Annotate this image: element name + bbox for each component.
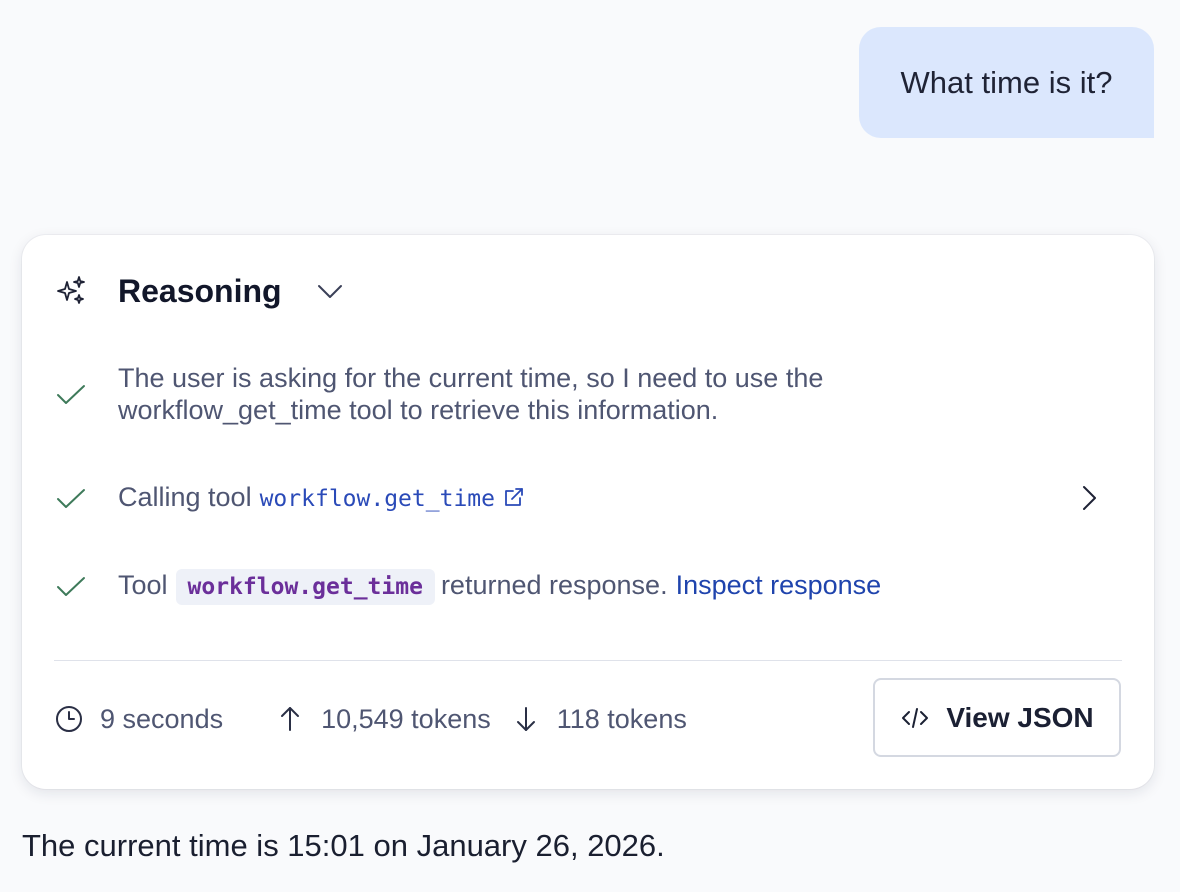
tool-name-chip: workflow.get_time [175, 569, 435, 605]
reasoning-header[interactable]: Reasoning [54, 271, 344, 311]
check-icon [57, 385, 85, 404]
chevron-down-icon[interactable] [316, 277, 344, 305]
reasoning-step-thought: The user is asking for the current time,… [54, 362, 978, 426]
reasoning-step-tool-call[interactable]: Calling tool workflow.get_time [54, 481, 1114, 515]
reasoning-stats: 9 seconds 10,549 tokens 118 tokens [54, 699, 687, 739]
external-link-icon[interactable] [503, 486, 525, 508]
check-icon [57, 489, 85, 508]
divider [54, 660, 1122, 661]
check-icon [57, 577, 85, 596]
arrow-down-icon [516, 707, 535, 731]
reasoning-step-text: Tool workflow.get_time returned response. I… [118, 569, 882, 605]
duration-text: 9 seconds [100, 703, 224, 734]
reasoning-step-tool-response: Tool workflow.get_time returned response. I… [54, 569, 882, 605]
code-icon [902, 707, 929, 728]
view-json-button[interactable]: View JSON [873, 678, 1121, 757]
clock-icon [56, 706, 82, 732]
output-tokens-text: 118 tokens [556, 703, 687, 734]
tool-call-prefix: Calling tool [118, 482, 252, 512]
tool-response-suffix: returned response. [440, 570, 668, 600]
user-message-bubble: What time is it? [859, 27, 1154, 138]
sparkles-icon [57, 276, 85, 304]
view-json-label: View JSON [946, 701, 1094, 733]
chevron-right-icon[interactable] [1074, 483, 1104, 513]
inspect-response-link[interactable]: Inspect response [676, 570, 882, 600]
reasoning-title: Reasoning [118, 272, 282, 309]
user-message-text: What time is it? [900, 64, 1113, 100]
arrow-up-icon [281, 707, 300, 731]
tool-response-prefix: Tool [118, 570, 168, 600]
reasoning-step-text: Calling tool workflow.get_time [118, 481, 525, 515]
reasoning-card: Reasoning The user is asking for the cur… [22, 235, 1154, 789]
reasoning-step-text: The user is asking for the current time,… [118, 363, 824, 425]
input-tokens-text: 10,549 tokens [321, 703, 491, 734]
tool-name-link[interactable]: workflow.get_time [260, 486, 495, 512]
assistant-message: The current time is 15:01 on January 26,… [22, 828, 665, 863]
